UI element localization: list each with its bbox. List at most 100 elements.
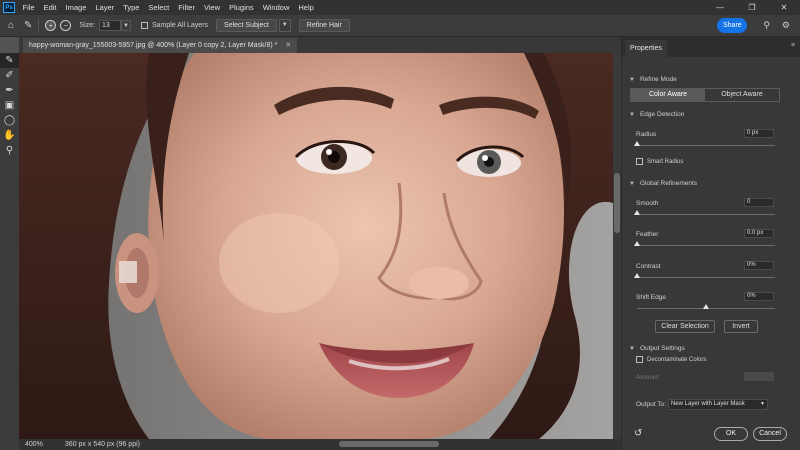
shift-edge-slider[interactable]: [637, 304, 775, 309]
cancel-button[interactable]: Cancel: [753, 427, 787, 441]
search-icon[interactable]: ⚲: [763, 20, 770, 31]
global-refinements-title: Global Refinements: [639, 180, 698, 187]
panel-menu-icon[interactable]: ≡: [791, 42, 795, 49]
quick-selection-brush-icon[interactable]: ✎: [0, 53, 19, 68]
radius-slider-handle[interactable]: [634, 141, 640, 146]
menu-image[interactable]: Image: [61, 3, 91, 12]
brush-preset-icon[interactable]: ✎: [24, 20, 32, 31]
chevron-down-icon[interactable]: ▼: [121, 20, 131, 31]
smart-radius-label: Smart Radius: [647, 158, 684, 165]
window-controls: — ❐ ✕: [704, 0, 800, 15]
ok-button[interactable]: OK: [714, 427, 748, 441]
clear-selection-button[interactable]: Clear Selection: [655, 320, 715, 333]
menu-file[interactable]: File: [18, 3, 39, 12]
edge-detection-section[interactable]: ▼ Edge Detection: [629, 111, 684, 118]
menu-edit[interactable]: Edit: [39, 3, 61, 12]
chevron-down-icon[interactable]: ▼: [629, 77, 635, 83]
output-to-value: New Layer with Layer Mask: [671, 401, 745, 407]
zoom-icon[interactable]: ⚲: [0, 143, 19, 158]
shift-edge-slider-handle[interactable]: [703, 304, 709, 309]
refine-mode-title: Refine Mode: [639, 76, 677, 83]
select-subject-button[interactable]: Select Subject: [216, 19, 277, 32]
menu-type[interactable]: Type: [119, 3, 144, 12]
image-canvas[interactable]: [19, 53, 613, 439]
add-to-selection-icon[interactable]: +: [45, 20, 57, 31]
chevron-down-icon[interactable]: ▼: [629, 181, 635, 187]
contrast-slider[interactable]: [634, 273, 775, 278]
document-tab-title: happy-woman-gray_155003-5957.jpg @ 400% …: [29, 42, 278, 49]
menu-layer[interactable]: Layer: [91, 3, 119, 12]
shift-edge-input[interactable]: 0%: [744, 292, 774, 301]
checkbox-box[interactable]: [141, 22, 148, 29]
menu-bar: Ps File Edit Image Layer Type Select Fil…: [0, 0, 800, 15]
object-aware-button[interactable]: Object Aware: [705, 89, 779, 101]
options-bar: ⌂ ✎ + − Size: 13 ▼ Sample All Layers Sel…: [0, 15, 800, 37]
share-button[interactable]: Share: [717, 18, 748, 33]
zoom-level[interactable]: 400%: [25, 441, 43, 448]
close-tab-icon[interactable]: ✕: [285, 38, 291, 53]
refine-edge-brush-icon[interactable]: ✐: [0, 68, 19, 83]
minimize-icon[interactable]: —: [704, 0, 736, 15]
brush-icon[interactable]: ✒: [0, 83, 19, 98]
menu-view[interactable]: View: [199, 3, 224, 12]
close-icon[interactable]: ✕: [768, 0, 800, 15]
output-to-select[interactable]: New Layer with Layer Mask ▼: [668, 399, 768, 410]
panel-tab-bar: Properties ≡: [622, 37, 800, 57]
home-icon[interactable]: ⌂: [8, 20, 14, 31]
smooth-slider-handle[interactable]: [634, 210, 640, 215]
feather-input[interactable]: 0.0 px: [744, 229, 774, 238]
menu-filter[interactable]: Filter: [174, 3, 200, 12]
chevron-down-icon: ▼: [760, 401, 765, 407]
checkbox-box[interactable]: [636, 356, 643, 363]
edge-detection-title: Edge Detection: [639, 111, 685, 118]
menu-help[interactable]: Help: [294, 3, 318, 12]
feather-slider-handle[interactable]: [634, 241, 640, 246]
chevron-down-icon[interactable]: ▼: [629, 112, 635, 118]
maximize-icon[interactable]: ❐: [736, 0, 768, 15]
options-right: Share ⚲ ⚙: [717, 18, 796, 33]
output-to-label: Output To:: [636, 401, 666, 408]
contrast-input[interactable]: 0%: [744, 261, 774, 270]
menu-plugins[interactable]: Plugins: [225, 3, 259, 12]
gear-icon[interactable]: ⚙: [782, 20, 790, 31]
lasso-icon[interactable]: ◯: [0, 113, 19, 128]
size-input[interactable]: 13: [99, 20, 121, 31]
horizontal-scroll-thumb[interactable]: [339, 441, 439, 447]
decontaminate-colors-checkbox[interactable]: Decontaminate Colors: [636, 356, 706, 363]
select-subject-dropdown-icon[interactable]: ▼: [278, 19, 291, 32]
color-aware-button[interactable]: Color Aware: [631, 89, 705, 101]
menu-select[interactable]: Select: [144, 3, 174, 12]
decontaminate-colors-label: Decontaminate Colors: [647, 356, 707, 363]
output-settings-title: Output Settings: [639, 345, 685, 352]
global-refinements-section[interactable]: ▼ Global Refinements: [629, 180, 697, 187]
refine-hair-button[interactable]: Refine Hair: [298, 19, 350, 32]
radius-slider[interactable]: [634, 141, 775, 146]
feather-slider[interactable]: [634, 241, 775, 246]
subtract-from-selection-icon[interactable]: −: [60, 20, 72, 31]
feather-label: Feather: [636, 231, 659, 238]
smart-radius-checkbox[interactable]: Smart Radius: [636, 158, 683, 165]
contrast-label: Contrast: [636, 263, 661, 270]
chevron-down-icon[interactable]: ▼: [629, 346, 635, 352]
status-bar: 400% 360 px x 540 px (96 ppi): [19, 439, 621, 450]
reset-icon[interactable]: ↺: [634, 428, 642, 439]
vertical-scrollbar[interactable]: [613, 53, 621, 439]
menu-window[interactable]: Window: [258, 3, 294, 12]
document-tab[interactable]: happy-woman-gray_155003-5957.jpg @ 400% …: [23, 38, 298, 53]
tab-properties[interactable]: Properties: [625, 40, 667, 57]
checkbox-box[interactable]: [636, 158, 643, 165]
output-settings-section[interactable]: ▼ Output Settings: [629, 345, 685, 352]
invert-button[interactable]: Invert: [724, 320, 758, 333]
vertical-scroll-thumb[interactable]: [614, 173, 620, 233]
amount-input: [744, 372, 774, 381]
size-label: Size:: [79, 22, 95, 29]
refine-mode-section[interactable]: ▼ Refine Mode: [629, 76, 677, 83]
hand-icon[interactable]: ✋: [0, 128, 19, 143]
smooth-input[interactable]: 0: [744, 198, 774, 207]
smooth-slider[interactable]: [634, 210, 775, 215]
portrait-image: [19, 53, 613, 439]
sample-all-layers-checkbox[interactable]: Sample All Layers: [141, 22, 208, 29]
contrast-slider-handle[interactable]: [634, 273, 640, 278]
radius-input[interactable]: 0 px: [744, 129, 774, 138]
object-selection-icon[interactable]: ▣: [0, 98, 19, 113]
